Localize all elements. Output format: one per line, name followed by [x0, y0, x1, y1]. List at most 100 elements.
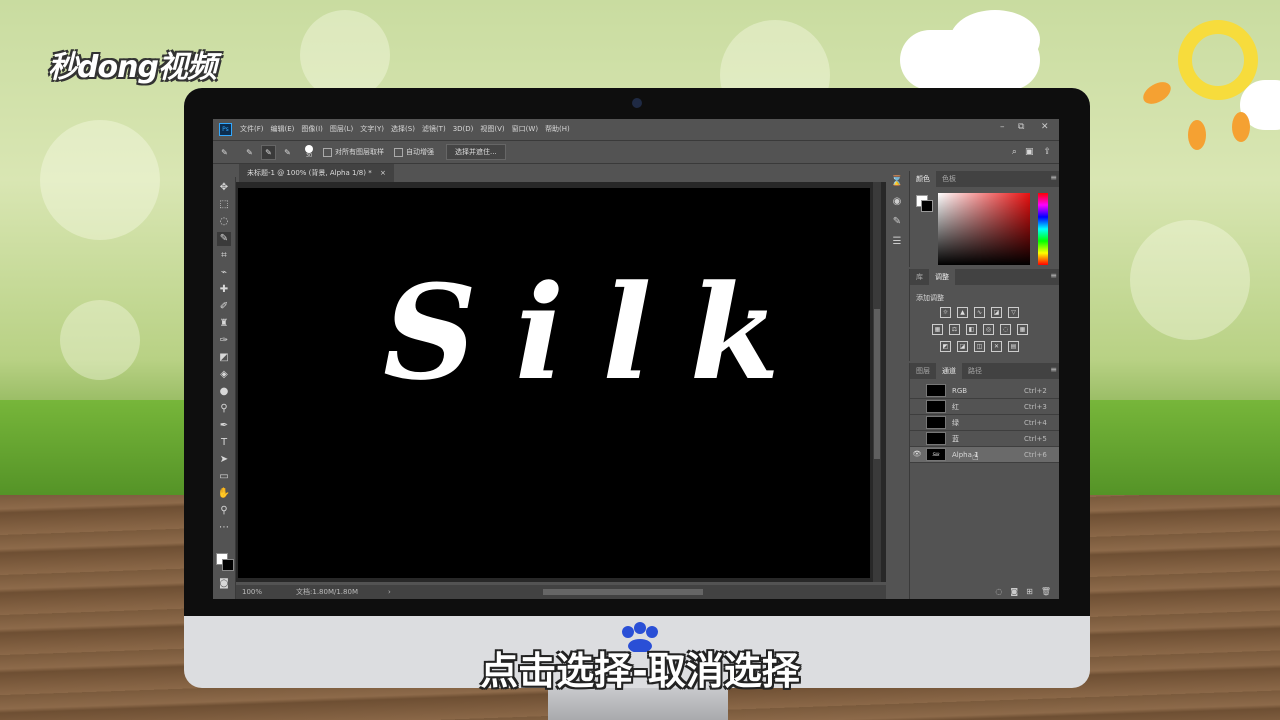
- select-and-mask-button[interactable]: 选择并遮住...: [446, 144, 506, 160]
- menu-select[interactable]: 选择(S): [391, 124, 415, 134]
- close-button[interactable]: ✕: [1041, 122, 1049, 132]
- vertical-scroll-thumb[interactable]: [874, 309, 880, 459]
- canvas[interactable]: Silk: [238, 188, 870, 578]
- add-to-selection-icon[interactable]: ✎: [261, 144, 276, 160]
- visibility-toggle[interactable]: [912, 402, 922, 412]
- vibrance-icon[interactable]: ▽: [1008, 307, 1019, 318]
- threshold-icon[interactable]: ◫: [974, 341, 985, 352]
- channel-row-rgb[interactable]: RGB Ctrl+2: [910, 383, 1059, 399]
- hand-tool-icon[interactable]: ✋: [217, 487, 231, 501]
- lasso-tool-icon[interactable]: ◌: [217, 215, 231, 229]
- curves-icon[interactable]: ∿: [974, 307, 985, 318]
- new-channel-icon[interactable]: ⊞: [1026, 587, 1033, 596]
- panel-menu-icon[interactable]: ≡: [1050, 271, 1057, 280]
- document-tab[interactable]: 未标题-1 @ 100% (背景, Alpha 1/8) * ×: [239, 164, 394, 182]
- subtract-from-selection-icon[interactable]: ✎: [280, 145, 295, 160]
- adjustments-sliders-icon[interactable]: ☰: [890, 235, 904, 249]
- zoom-tool-icon[interactable]: ⚲: [217, 504, 231, 518]
- marquee-tool-icon[interactable]: ⬚: [217, 198, 231, 212]
- menu-edit[interactable]: 编辑(E): [271, 124, 295, 134]
- channel-row-red[interactable]: 红 Ctrl+3: [910, 399, 1059, 415]
- zoom-level[interactable]: 100%: [242, 588, 262, 596]
- eyedropper-tool-icon[interactable]: ⌁: [217, 266, 231, 280]
- eye-icon[interactable]: 👁: [912, 450, 922, 460]
- share-icon[interactable]: ⇪: [1043, 147, 1051, 157]
- black-white-icon[interactable]: ◧: [966, 324, 977, 335]
- menu-help[interactable]: 帮助(H): [545, 124, 570, 134]
- hue-saturation-icon[interactable]: ▦: [932, 324, 943, 335]
- path-selection-tool-icon[interactable]: ➤: [217, 453, 231, 467]
- minimize-button[interactable]: –: [1000, 122, 1005, 132]
- menu-layer[interactable]: 图层(L): [330, 124, 353, 134]
- horizontal-scroll-thumb[interactable]: [543, 589, 703, 595]
- brush-tool-icon[interactable]: ✐: [217, 300, 231, 314]
- color-balance-icon[interactable]: ⚖: [949, 324, 960, 335]
- move-tool-icon[interactable]: ✥: [217, 181, 231, 195]
- dodge-tool-icon[interactable]: ⚲: [217, 402, 231, 416]
- exposure-icon[interactable]: ◪: [991, 307, 1002, 318]
- selective-color-icon[interactable]: ✕: [991, 341, 1002, 352]
- menu-3d[interactable]: 3D(D): [453, 125, 474, 133]
- blur-tool-icon[interactable]: ●: [217, 385, 231, 399]
- tab-swatches[interactable]: 色板: [936, 171, 962, 187]
- tab-layers[interactable]: 图层: [910, 363, 936, 379]
- menu-filter[interactable]: 滤镜(T): [422, 124, 446, 134]
- menu-view[interactable]: 视图(V): [480, 124, 504, 134]
- posterize-icon[interactable]: ◪: [957, 341, 968, 352]
- auto-enhance-checkbox[interactable]: 自动增强: [394, 147, 434, 157]
- tab-libraries[interactable]: 库: [910, 269, 929, 285]
- search-icon[interactable]: ⌕: [1012, 147, 1017, 157]
- properties-icon[interactable]: ◉: [890, 195, 904, 209]
- workspace-icon[interactable]: ▣: [1025, 147, 1034, 157]
- sample-all-layers-checkbox[interactable]: 对所有图层取样: [323, 147, 384, 157]
- panel-menu-icon[interactable]: ≡: [1050, 365, 1057, 374]
- color-lookup-icon[interactable]: ▦: [1017, 324, 1028, 335]
- quick-selection-tool-icon[interactable]: ✎: [217, 232, 231, 246]
- tab-color[interactable]: 颜色: [910, 171, 936, 187]
- background-color-chip[interactable]: [921, 200, 933, 212]
- pen-tool-icon[interactable]: ✒: [217, 419, 231, 433]
- channel-row-alpha-1[interactable]: 👁 Silk Alpha 1 Ctrl+6: [910, 447, 1059, 463]
- more-tools-icon[interactable]: ⋯: [217, 521, 231, 535]
- brightness-icon[interactable]: ☼: [940, 307, 951, 318]
- channel-row-green[interactable]: 绿 Ctrl+4: [910, 415, 1059, 431]
- healing-brush-tool-icon[interactable]: ✚: [217, 283, 231, 297]
- visibility-toggle[interactable]: [912, 434, 922, 444]
- delete-channel-icon[interactable]: 🗑: [1041, 587, 1051, 596]
- tool-preset-picker[interactable]: ✎: [217, 145, 232, 160]
- close-document-icon[interactable]: ×: [380, 169, 386, 177]
- type-tool-icon[interactable]: T: [217, 436, 231, 450]
- rectangle-tool-icon[interactable]: ▭: [217, 470, 231, 484]
- channel-mixer-icon[interactable]: ◌: [1000, 324, 1011, 335]
- invert-icon[interactable]: ◩: [940, 341, 951, 352]
- visibility-toggle[interactable]: [912, 386, 922, 396]
- tab-paths[interactable]: 路径: [962, 363, 988, 379]
- load-channel-as-selection-icon[interactable]: ◌: [995, 587, 1002, 596]
- hue-slider[interactable]: [1038, 193, 1048, 265]
- paint-bucket-tool-icon[interactable]: ◈: [217, 368, 231, 382]
- history-brush-tool-icon[interactable]: ✑: [217, 334, 231, 348]
- background-color-swatch[interactable]: [222, 559, 234, 571]
- menu-type[interactable]: 文字(Y): [360, 124, 384, 134]
- gradient-map-icon[interactable]: ▤: [1008, 341, 1019, 352]
- channel-row-blue[interactable]: 蓝 Ctrl+5: [910, 431, 1059, 447]
- quick-mask-icon[interactable]: ◙: [217, 577, 231, 591]
- menu-file[interactable]: 文件(F): [240, 124, 264, 134]
- menu-window[interactable]: 窗口(W): [512, 124, 538, 134]
- restore-button[interactable]: ⧉: [1018, 122, 1024, 132]
- brush-settings-icon[interactable]: ✎: [890, 215, 904, 229]
- visibility-toggle[interactable]: [912, 418, 922, 428]
- eraser-tool-icon[interactable]: ◩: [217, 351, 231, 365]
- status-menu-arrow[interactable]: ›: [388, 588, 391, 596]
- save-selection-as-channel-icon[interactable]: ◙: [1010, 587, 1018, 596]
- panel-menu-icon[interactable]: ≡: [1050, 173, 1057, 182]
- crop-tool-icon[interactable]: ⌗: [217, 249, 231, 263]
- new-selection-icon[interactable]: ✎: [242, 145, 257, 160]
- stamp-tool-icon[interactable]: ♜: [217, 317, 231, 331]
- color-picker-field[interactable]: [938, 193, 1030, 265]
- brush-size-picker[interactable]: 30: [305, 145, 313, 159]
- menu-image[interactable]: 图像(I): [301, 124, 323, 134]
- tab-adjustments[interactable]: 调整: [929, 269, 955, 285]
- history-icon[interactable]: ⌛: [890, 175, 904, 189]
- tab-channels[interactable]: 通道: [936, 363, 962, 379]
